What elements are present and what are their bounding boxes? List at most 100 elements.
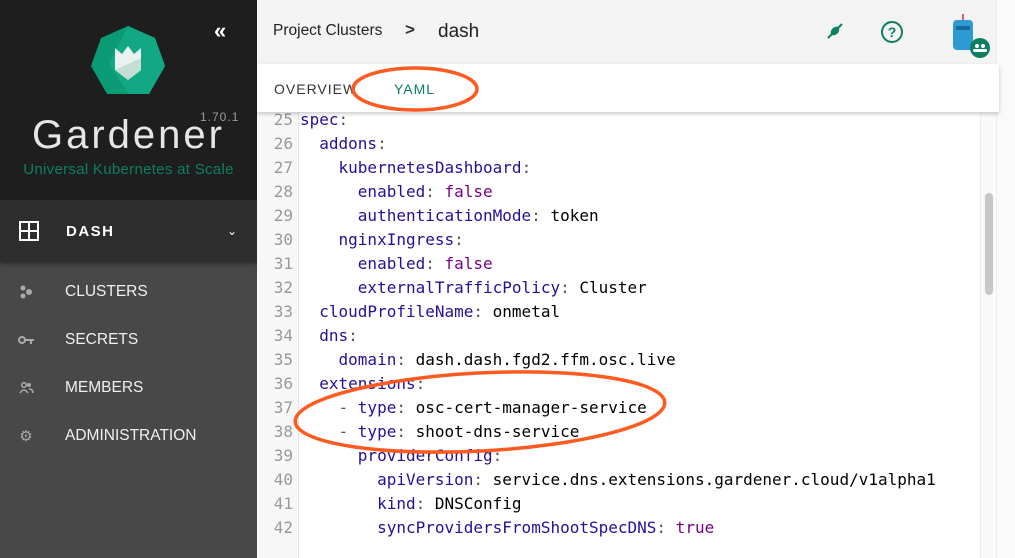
line-number: 40 [273, 470, 293, 489]
line-number: 38 [273, 422, 293, 441]
yaml-indent [300, 518, 377, 537]
app-name: Gardener [32, 113, 225, 157]
line-number: 35 [273, 350, 293, 369]
yaml-val: Cluster [579, 278, 647, 297]
yaml-key: cloudProfileName [319, 302, 474, 321]
yaml-indent [300, 158, 339, 177]
yaml-sep: : [415, 494, 435, 513]
yaml-val: token [550, 206, 599, 225]
code-line: enabled: false [300, 252, 493, 276]
yaml-indent [300, 446, 358, 465]
yaml-key: syncProvidersFromShootSpecDNS [377, 518, 657, 537]
line-number: 41 [273, 494, 293, 513]
breadcrumb-current: dash [438, 21, 480, 42]
top-bar: Project Clusters > dash ? [257, 0, 999, 64]
yaml-indent [300, 470, 377, 489]
yaml-indent [300, 374, 319, 393]
code-line: externalTrafficPolicy: Cluster [300, 276, 647, 300]
line-number: 28 [273, 182, 293, 201]
code-line: cloudProfileName: onmetal [300, 300, 560, 324]
yaml-key: type [357, 398, 397, 417]
yaml-sep: : [348, 326, 358, 345]
sidebar: « 1.70.1 Gardener Universal Kubernetes a… [0, 0, 257, 558]
yaml-sep: : [415, 374, 426, 393]
yaml-sep: : [454, 230, 464, 249]
line-number: 34 [273, 326, 293, 345]
yaml-indent [300, 278, 358, 297]
scrollbar-thumb[interactable] [985, 193, 993, 295]
yaml-val: shoot-dns-service [415, 422, 580, 441]
line-number: 42 [273, 518, 293, 537]
code-line: syncProvidersFromShootSpecDNS: true [300, 516, 714, 540]
yaml-indent [300, 494, 377, 513]
sidebar-item-clusters[interactable]: CLUSTERS [0, 268, 257, 316]
yaml-editor[interactable]: 24252627282930313233343536373839404142 g… [257, 96, 996, 558]
yaml-indent [300, 350, 339, 369]
user-avatar[interactable] [945, 12, 991, 60]
yaml-val: DNSConfig [434, 494, 522, 513]
sidebar-item-label: CLUSTERS [65, 283, 148, 300]
line-number: 32 [273, 278, 293, 297]
code-line: apiVersion: service.dns.extensions.garde… [300, 468, 936, 492]
chevron-down-icon: ⌄ [226, 224, 237, 238]
line-number-gutter: 24252627282930313233343536373839404142 [257, 96, 299, 558]
gear-icon: ⚙ [19, 428, 33, 445]
project-selector[interactable]: DASH ⌄ [0, 200, 257, 262]
yaml-key: enabled [357, 182, 426, 201]
collapse-sidebar-icon[interactable]: « [214, 18, 226, 44]
code-line: extensions: [300, 372, 425, 396]
sidebar-item-secrets[interactable]: SECRETS [0, 316, 257, 364]
yaml-key: addons [319, 134, 378, 153]
line-number: 31 [273, 254, 293, 273]
yaml-sep: : [521, 158, 532, 177]
yaml-key: enabled [357, 254, 426, 273]
yaml-key: apiVersion [377, 470, 474, 489]
yaml-sep: : [492, 446, 503, 465]
help-icon[interactable]: ? [880, 20, 904, 44]
breadcrumb-project-clusters[interactable]: Project Clusters [273, 22, 382, 40]
yaml-indent [300, 302, 319, 321]
yaml-key: providerConfig [357, 446, 493, 465]
yaml-indent [300, 134, 319, 153]
code-line: kubernetesDashboard: [300, 156, 532, 180]
yaml-indent [300, 230, 339, 249]
sidebar-item-administration[interactable]: ⚙ ADMINISTRATION [0, 412, 257, 460]
code-line: nginxIngress: [300, 228, 464, 252]
code-line: kind: DNSConfig [300, 492, 522, 516]
yaml-key: type [357, 422, 397, 441]
code-line: dns: [300, 324, 358, 348]
yaml-key: spec [300, 110, 339, 129]
yaml-sep: : [396, 398, 416, 417]
tab-bar: OVERVIEW YAML [257, 64, 999, 112]
yaml-sep: : [377, 134, 387, 153]
code-line: authenticationMode: token [300, 204, 599, 228]
scrollbar-track[interactable] [980, 112, 996, 558]
yaml-key: extensions [319, 374, 416, 393]
code-line: providerConfig: [300, 444, 503, 468]
yaml-sep: : [531, 206, 551, 225]
yaml-indent [300, 254, 358, 273]
yaml-val: service.dns.extensions.gardener.cloud/v1… [492, 470, 936, 489]
sidebar-item-label: MEMBERS [65, 379, 144, 396]
yaml-val: false [444, 182, 493, 201]
yaml-indent [300, 182, 358, 201]
line-number: 36 [273, 374, 293, 393]
code-line: - type: osc-cert-manager-service [300, 396, 647, 420]
sidebar-item-label: ADMINISTRATION [65, 427, 197, 444]
app-tagline: Universal Kubernetes at Scale [23, 161, 234, 178]
code-line: enabled: false [300, 180, 493, 204]
yaml-indent: - [300, 422, 358, 441]
yaml-sep: : [473, 470, 493, 489]
gardener-logo-icon [91, 26, 165, 94]
yaml-val: true [675, 518, 715, 537]
yaml-sep: : [425, 182, 445, 201]
key-icon [18, 336, 34, 344]
yaml-indent: - [300, 398, 358, 417]
yaml-val: false [444, 254, 493, 273]
plug-connection-icon[interactable] [826, 22, 844, 40]
tab-overview[interactable]: OVERVIEW [274, 81, 357, 97]
yaml-key: domain [338, 350, 397, 369]
sidebar-item-members[interactable]: MEMBERS [0, 364, 257, 412]
tab-yaml[interactable]: YAML [394, 81, 435, 97]
yaml-val: dash.dash.fgd2.ffm.osc.live [415, 350, 676, 369]
